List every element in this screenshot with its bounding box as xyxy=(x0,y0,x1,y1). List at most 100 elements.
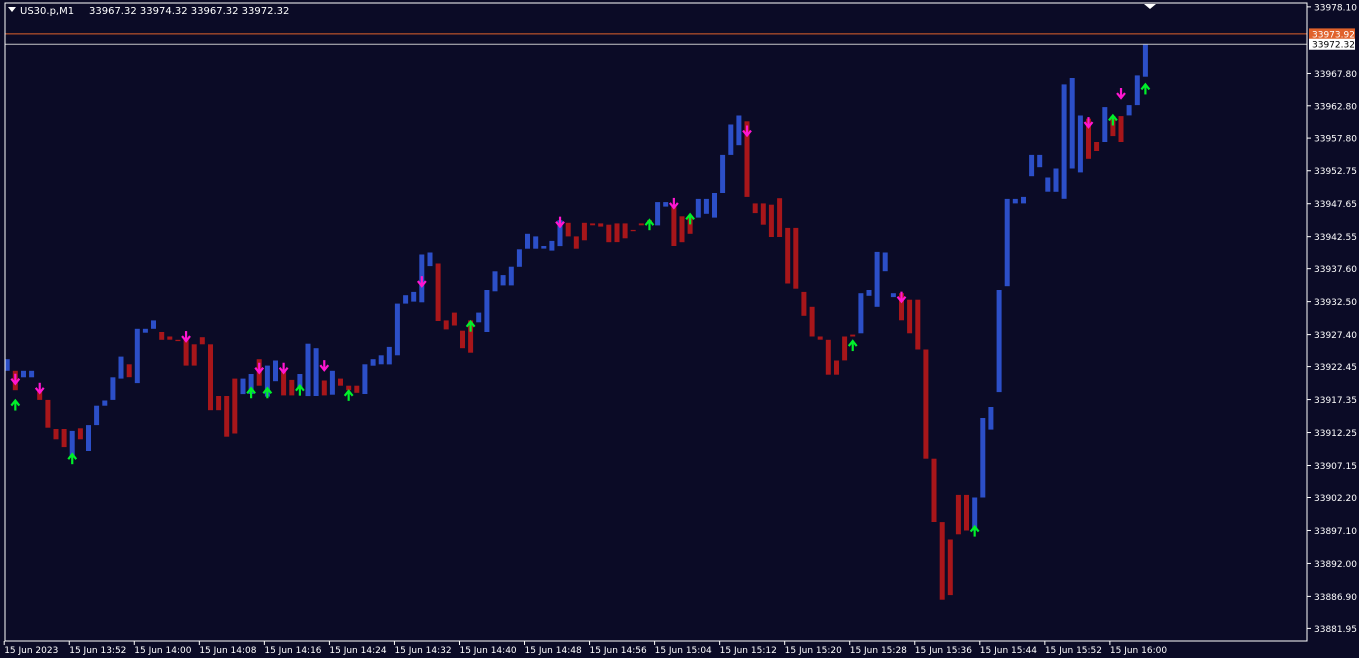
price-bar xyxy=(777,198,783,237)
price-bar xyxy=(964,494,969,531)
price-bar xyxy=(142,328,148,333)
price-bar xyxy=(427,252,433,267)
price-tick-label: 33978.10 xyxy=(1314,3,1357,13)
price-bar xyxy=(1061,84,1067,199)
price-bar xyxy=(411,291,417,302)
bid-price-label: 33972.32 xyxy=(1312,41,1355,51)
time-tick-label: 15 Jun 15:12 xyxy=(720,646,777,656)
price-bar xyxy=(191,344,197,366)
time-tick-label: 15 Jun 15:44 xyxy=(980,646,1037,656)
price-bar xyxy=(273,360,278,382)
time-tick-label: 15 Jun 15:28 xyxy=(850,646,907,656)
price-bar xyxy=(955,494,961,535)
price-bar xyxy=(1053,168,1059,192)
price-bar xyxy=(1045,177,1051,192)
price-bar xyxy=(281,370,287,396)
price-bar xyxy=(923,349,929,459)
price-bar xyxy=(590,223,596,226)
price-bar xyxy=(1004,198,1010,287)
price-bar xyxy=(866,290,872,296)
price-bar xyxy=(695,198,701,218)
price-bar xyxy=(110,377,116,400)
price-bar xyxy=(126,364,132,378)
price-tick-label: 33917.35 xyxy=(1314,396,1357,406)
price-bar xyxy=(525,233,530,249)
price-bar xyxy=(21,370,26,378)
price-bar xyxy=(435,263,441,321)
price-bar xyxy=(549,240,555,251)
price-bar xyxy=(996,290,1002,393)
price-bar xyxy=(338,378,343,386)
price-tick-label: 33922.45 xyxy=(1314,363,1357,373)
price-bar xyxy=(622,223,628,239)
time-tick-label: 15 Jun 13:52 xyxy=(69,646,126,656)
price-tick-label: 33937.60 xyxy=(1314,265,1357,275)
price-bar xyxy=(386,346,392,365)
price-bar xyxy=(915,299,921,350)
price-bar xyxy=(151,320,156,329)
time-tick-label: 15 Jun 14:56 xyxy=(590,646,647,656)
time-tick-label: 15 Jun 15:20 xyxy=(785,646,842,656)
price-bar xyxy=(394,303,400,356)
time-tick-label: 15 Jun 14:24 xyxy=(329,646,386,656)
price-bar xyxy=(655,202,661,226)
price-bar xyxy=(1094,142,1100,151)
price-bar xyxy=(581,222,587,241)
price-bar xyxy=(1021,196,1026,204)
price-chart[interactable]: 33978.10 33967.80 33962.80 33957.80 33952.75… xyxy=(0,0,1359,658)
price-bar xyxy=(451,312,457,326)
time-tick-label: 15 Jun 14:32 xyxy=(394,646,451,656)
price-bar xyxy=(216,396,222,411)
time-tick-label: 15 Jun 15:52 xyxy=(1045,646,1102,656)
price-bar xyxy=(817,336,823,340)
price-bar xyxy=(159,332,165,340)
price-bar xyxy=(834,360,839,375)
price-bar xyxy=(1037,154,1043,168)
price-bar xyxy=(980,418,986,498)
price-bar xyxy=(208,344,213,411)
chart-background xyxy=(0,0,1359,658)
price-bar xyxy=(760,203,766,225)
price-bar xyxy=(167,336,173,340)
time-tick-label: 15 Jun 15:36 xyxy=(915,646,972,656)
price-bar xyxy=(354,385,360,393)
price-tick-label: 33957.80 xyxy=(1314,135,1357,145)
price-bar xyxy=(565,222,571,237)
price-bar xyxy=(907,299,913,334)
time-tick-label: 15 Jun 14:48 xyxy=(525,646,582,656)
price-bar xyxy=(793,227,799,289)
price-bar xyxy=(329,370,335,395)
price-bar xyxy=(614,223,620,243)
price-bar xyxy=(29,370,35,378)
price-bar xyxy=(500,275,506,286)
price-bar xyxy=(988,407,994,430)
price-bar xyxy=(801,291,807,316)
header: US30.p,M1 33967.32 33974.32 33967.32 339… xyxy=(8,6,289,17)
price-bar xyxy=(289,379,295,396)
price-tick-label: 33967.80 xyxy=(1314,70,1357,80)
price-bar xyxy=(1118,116,1124,142)
price-bar xyxy=(1142,44,1148,77)
price-bar xyxy=(679,216,685,243)
price-bar xyxy=(541,246,547,249)
price-bar xyxy=(882,252,888,272)
price-bar xyxy=(224,396,230,437)
price-tick-label: 33902.20 xyxy=(1314,494,1357,504)
price-bar xyxy=(671,206,677,246)
price-bar xyxy=(842,336,848,361)
price-bar xyxy=(1029,154,1035,177)
time-tick-label: 15 Jun 14:00 xyxy=(134,646,191,656)
price-bar xyxy=(183,339,189,366)
price-bar xyxy=(1134,75,1140,106)
price-bar xyxy=(752,203,758,214)
price-bar xyxy=(768,204,774,237)
price-bar xyxy=(825,339,831,375)
time-tick-label: 15 Jun 14:16 xyxy=(264,646,321,656)
price-bar xyxy=(638,223,644,226)
price-bar xyxy=(45,399,51,428)
price-bar xyxy=(1126,105,1132,116)
time-tick-label: 15 Jun 2023 xyxy=(4,646,58,656)
price-bar xyxy=(809,306,815,337)
price-tick-label: 33897.10 xyxy=(1314,527,1357,537)
price-bar xyxy=(947,539,953,596)
